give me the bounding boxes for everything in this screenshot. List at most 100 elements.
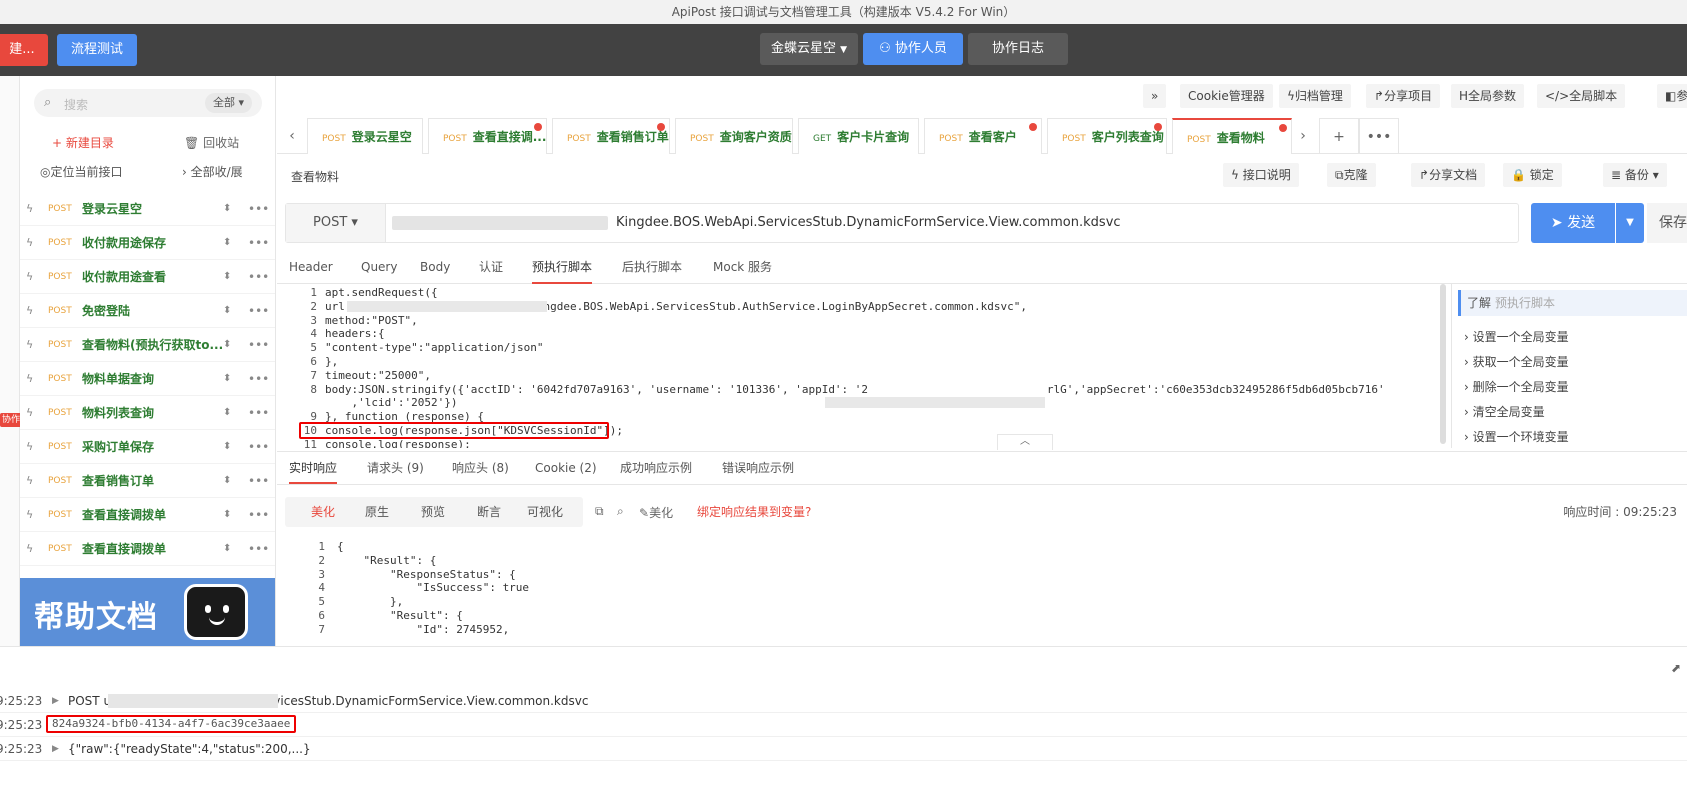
help-snippet-item[interactable]: › 清空全局变量 bbox=[1464, 403, 1545, 420]
sort-icon[interactable]: ⬍ bbox=[223, 498, 231, 532]
more-icon[interactable]: ••• bbox=[248, 498, 269, 532]
more-tools-button[interactable]: » bbox=[1143, 84, 1167, 108]
request-tab[interactable]: GET 客户卡片查询 bbox=[798, 118, 919, 154]
request-tab[interactable]: POST 查看销售订单 bbox=[552, 118, 670, 154]
tab-menu-icon[interactable]: ••• bbox=[1359, 118, 1399, 154]
more-icon[interactable]: ••• bbox=[248, 532, 269, 566]
request-tab[interactable]: POST 查看直接调... bbox=[428, 118, 547, 154]
url-input[interactable]: Kingdee.BOS.WebApi.ServicesStub.DynamicF… bbox=[616, 204, 1121, 242]
send-options-button[interactable]: ▼ bbox=[1616, 203, 1644, 243]
help-docs-banner[interactable]: 帮助文档 bbox=[20, 578, 275, 646]
sort-icon[interactable]: ⬍ bbox=[223, 430, 231, 464]
collaborators-button[interactable]: ⚇ 协作人员 bbox=[863, 33, 963, 65]
response-tab[interactable]: 错误响应示例 bbox=[722, 452, 794, 484]
sidebar-api-item[interactable]: ϟ POST 收付款用途查看 ⬍ ••• bbox=[20, 260, 275, 294]
response-tab[interactable]: 响应头 (8) bbox=[452, 452, 509, 484]
expand-triangle-icon[interactable]: ▶ bbox=[52, 689, 59, 713]
sidebar-api-item[interactable]: ϟ POST 查看直接调拨单 ⬍ ••• bbox=[20, 532, 275, 566]
console-row[interactable]: 9:25:23 824a9324-bfb0-4134-a4f7-6ac39ce3a… bbox=[0, 713, 1687, 737]
request-tab[interactable]: POST 查看物料 bbox=[1172, 118, 1292, 154]
request-tab[interactable]: POST 登录云星空 bbox=[307, 118, 423, 154]
more-icon[interactable]: ••• bbox=[248, 362, 269, 396]
filter-dropdown[interactable]: 全部 ▾ bbox=[204, 93, 252, 113]
sort-icon[interactable]: ⬍ bbox=[223, 464, 231, 498]
response-tab[interactable]: 请求头 (9) bbox=[367, 452, 424, 484]
project-selector[interactable]: 金蝶云星空 ▼ bbox=[760, 33, 858, 65]
subtab[interactable]: Query bbox=[361, 252, 397, 284]
search-input[interactable]: 搜索 bbox=[64, 96, 88, 113]
console-row[interactable]: 9:25:23 ▶ {"raw":{"readyState":4,"status":… bbox=[0, 737, 1687, 761]
more-icon[interactable]: ••• bbox=[248, 294, 269, 328]
more-icon[interactable]: ••• bbox=[248, 430, 269, 464]
sort-icon[interactable]: ⬍ bbox=[223, 226, 231, 260]
more-icon[interactable]: ••• bbox=[248, 328, 269, 362]
more-icon[interactable]: ••• bbox=[248, 192, 269, 226]
console-row[interactable]: 9:25:23 ▶ POST ud/Kingdee.BOS.WebApi.Servi… bbox=[0, 689, 1687, 713]
subtab[interactable]: 预执行脚本 bbox=[532, 252, 593, 284]
beautify-button[interactable]: ✎美化 bbox=[639, 504, 673, 521]
clone-button[interactable]: ⧉克隆 bbox=[1327, 163, 1376, 187]
request-tab[interactable]: POST 查询客户资质 bbox=[675, 118, 793, 154]
tab-next-icon[interactable]: › bbox=[1291, 118, 1315, 154]
sort-icon[interactable]: ⬍ bbox=[223, 328, 231, 362]
sidebar-api-item[interactable]: ϟ POST 物料列表查询 ⬍ ••• bbox=[20, 396, 275, 430]
response-body[interactable]: 1 {2 "Result": {3 "ResponseStatus": {4 "I… bbox=[277, 540, 1687, 646]
subtab[interactable]: Mock 服务 bbox=[713, 252, 772, 284]
send-button[interactable]: ➤ 发送 bbox=[1531, 203, 1615, 243]
sidebar-api-item[interactable]: ϟ POST 采购订单保存 ⬍ ••• bbox=[20, 430, 275, 464]
help-snippet-item[interactable]: › 删除一个全局变量 bbox=[1464, 378, 1569, 395]
add-tab-icon[interactable]: + bbox=[1319, 118, 1359, 154]
save-button[interactable]: 保存 bbox=[1647, 203, 1687, 243]
sort-icon[interactable]: ⬍ bbox=[223, 192, 231, 226]
collab-badge[interactable]: 协作 bbox=[0, 413, 22, 427]
subtab[interactable]: Body bbox=[420, 252, 450, 284]
cookie-manager-button[interactable]: Cookie管理器 bbox=[1180, 84, 1273, 108]
subtab[interactable]: 后执行脚本 bbox=[622, 252, 682, 284]
copy-response-icon[interactable]: ⧉ bbox=[595, 504, 604, 519]
locate-current-button[interactable]: ◎定位当前接口 bbox=[40, 158, 123, 186]
new-directory-button[interactable]: + 新建目录 bbox=[52, 129, 114, 157]
more-icon[interactable]: ••• bbox=[248, 226, 269, 260]
expand-all-button[interactable]: › 全部收/展 bbox=[182, 158, 243, 186]
bind-response-variable-link[interactable]: 绑定响应结果到变量? bbox=[697, 497, 811, 527]
sort-icon[interactable]: ⬍ bbox=[223, 362, 231, 396]
response-tab[interactable]: 实时响应 bbox=[289, 452, 338, 484]
global-params-button[interactable]: H全局参数 bbox=[1451, 84, 1525, 108]
format-option[interactable]: 断言 bbox=[477, 497, 501, 527]
response-tab[interactable]: 成功响应示例 bbox=[620, 452, 692, 484]
new-button[interactable]: 建... bbox=[0, 34, 48, 66]
format-option[interactable]: 预览 bbox=[421, 497, 445, 527]
sidebar-api-item[interactable]: ϟ POST 收付款用途保存 ⬍ ••• bbox=[20, 226, 275, 260]
help-snippet-item[interactable]: › 获取一个全局变量 bbox=[1464, 353, 1569, 370]
collab-log-button[interactable]: 协作日志 bbox=[968, 33, 1068, 65]
more-icon[interactable]: ••• bbox=[248, 396, 269, 430]
recycle-bin-button[interactable]: 🗑 回收站 bbox=[184, 129, 239, 157]
search-response-icon[interactable]: ⌕ bbox=[617, 504, 624, 519]
console-export-icon[interactable]: ⬈ bbox=[1671, 661, 1681, 675]
archive-button[interactable]: ϟ归档管理 bbox=[1279, 84, 1351, 108]
search-box[interactable]: ⌕ 搜索 全部 ▾ bbox=[34, 89, 262, 117]
editor-scrollbar[interactable] bbox=[1440, 284, 1446, 444]
sidebar-api-item[interactable]: ϟ POST 免密登陆 ⬍ ••• bbox=[20, 294, 275, 328]
sidebar-api-item[interactable]: ϟ POST 登录云星空 ⬍ ••• bbox=[20, 192, 275, 226]
format-option[interactable]: 美化 bbox=[311, 497, 335, 527]
chevron-up-icon[interactable]: ︿ bbox=[997, 434, 1053, 450]
method-select[interactable]: POST ▾ bbox=[286, 204, 386, 242]
sidebar-api-item[interactable]: ϟ POST 查看物料(预执行获取to... ⬍ ••• bbox=[20, 328, 275, 362]
help-snippet-item[interactable]: › 设置一个全局变量 bbox=[1464, 328, 1569, 345]
response-tab[interactable]: Cookie (2) bbox=[535, 452, 597, 484]
sidebar-api-item[interactable]: ϟ POST 查看销售订单 ⬍ ••• bbox=[20, 464, 275, 498]
flow-test-button[interactable]: 流程测试 bbox=[57, 34, 137, 66]
request-tab[interactable]: POST 查看客户 bbox=[924, 118, 1042, 154]
format-option[interactable]: 原生 bbox=[365, 497, 389, 527]
global-script-button[interactable]: </>全局脚本 bbox=[1537, 84, 1626, 108]
sort-icon[interactable]: ⬍ bbox=[223, 260, 231, 294]
subtab[interactable]: Header bbox=[289, 252, 333, 284]
request-tab[interactable]: POST 客户列表查询 bbox=[1047, 118, 1167, 154]
expand-triangle-icon[interactable]: ▶ bbox=[52, 737, 59, 761]
share-doc-button[interactable]: ↱分享文档 bbox=[1411, 163, 1486, 187]
more-icon[interactable]: ••• bbox=[248, 464, 269, 498]
format-option[interactable]: 可视化 bbox=[527, 497, 563, 527]
help-snippet-item[interactable]: › 设置一个环境变量 bbox=[1464, 428, 1569, 445]
sidebar-api-item[interactable]: ϟ POST 物料单据查询 ⬍ ••• bbox=[20, 362, 275, 396]
